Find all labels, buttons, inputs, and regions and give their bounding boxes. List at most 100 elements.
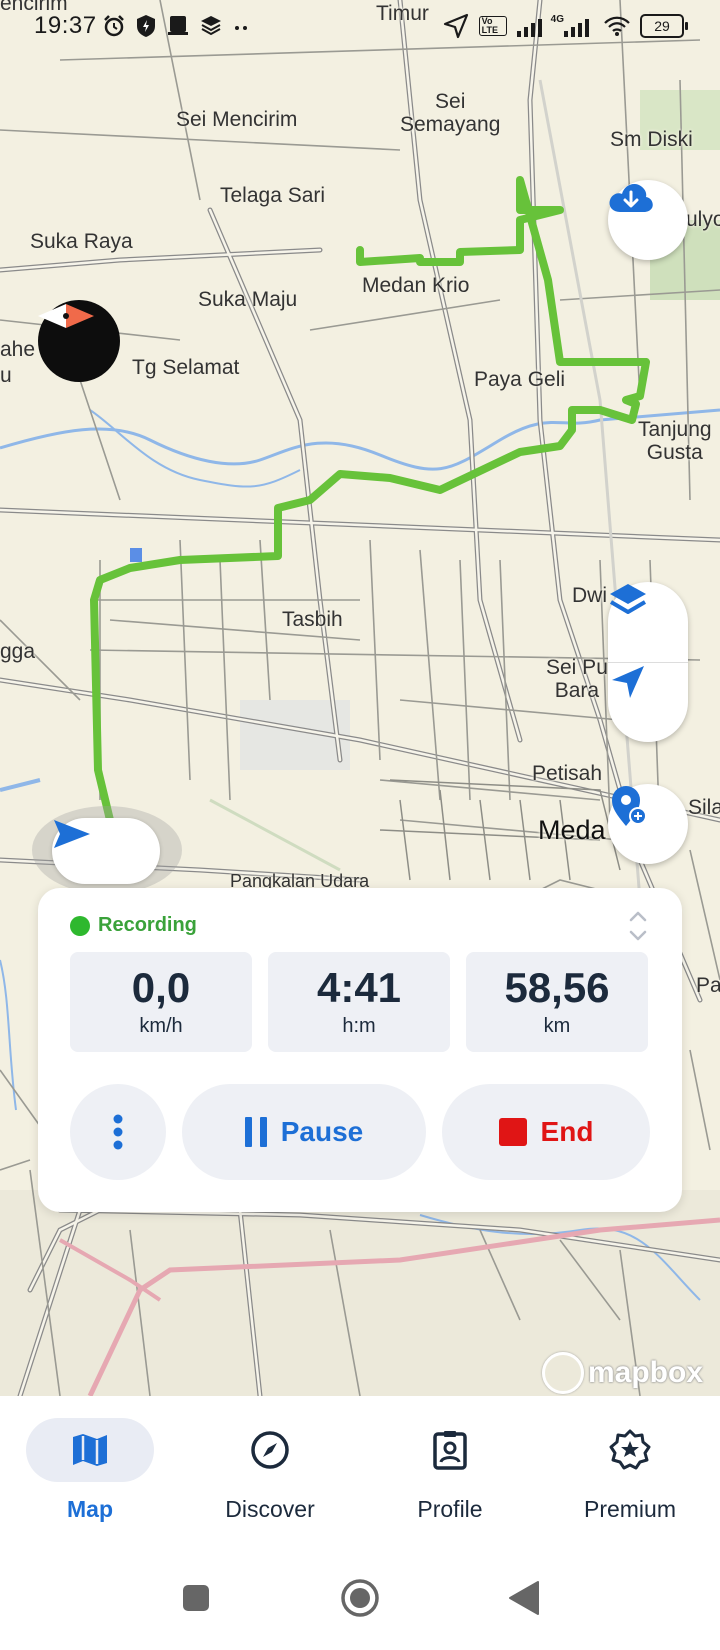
stat-value: 58,56 (504, 963, 610, 1011)
stat-unit: km (543, 1014, 571, 1037)
distance-stat[interactable]: 58,56 km (466, 952, 648, 1052)
download-cloud-icon (609, 184, 653, 212)
nav-icon-container (566, 1418, 694, 1482)
nav-icon-container (386, 1418, 514, 1482)
recording-panel: Recording 0,0 km/h 4:41 h:m 58,56 km Pau… (38, 888, 682, 1212)
profile-icon (433, 1431, 467, 1470)
duration-stat[interactable]: 4:41 h:m (268, 952, 450, 1052)
more-dots-icon (235, 26, 247, 30)
place-label: Suka Maju (198, 288, 298, 311)
place-label: Medan Krio (362, 274, 470, 297)
pause-button[interactable]: Pause (182, 1084, 426, 1180)
mapbox-logo-icon (542, 1352, 584, 1394)
end-label: End (540, 1116, 594, 1147)
stop-icon (498, 1118, 527, 1146)
nav-label: Premium (583, 1496, 676, 1522)
network-type: 4G (550, 13, 564, 25)
place-label: Pa (696, 974, 720, 997)
more-options-button[interactable] (70, 1084, 166, 1180)
mapbox-text: mapbox (588, 1356, 704, 1389)
status-left-icons (102, 14, 252, 38)
bottom-navigation: Map Discover Profile Premium (0, 1396, 720, 1546)
place-label: Sei Semayang (400, 90, 501, 137)
map-icon (73, 1434, 107, 1466)
stat-value: 4:41 (316, 963, 402, 1011)
stat-unit: km/h (139, 1014, 183, 1037)
speed-stat[interactable]: 0,0 km/h (70, 952, 252, 1052)
locate-button[interactable] (608, 662, 688, 742)
layers-icon (201, 16, 221, 36)
back-button[interactable] (502, 1576, 546, 1620)
volte-badge: Vo LTE (478, 16, 507, 36)
place-label: Dwi (572, 584, 607, 607)
place-label: Tanjung Gusta (638, 418, 712, 465)
layers-button[interactable] (608, 582, 688, 662)
nav-label: Profile (417, 1496, 483, 1522)
system-navigation-bar (0, 1546, 720, 1650)
add-location-icon (612, 786, 647, 826)
recents-square-icon (183, 1585, 209, 1611)
home-button[interactable] (338, 1576, 382, 1620)
stat-value: 0,0 (131, 963, 191, 1011)
place-label: Tasbih (282, 608, 343, 631)
location-arrow-icon (443, 13, 468, 39)
nav-tab-discover[interactable]: Discover (180, 1418, 360, 1523)
map-controls (608, 582, 688, 742)
place-label: Sm Diski (610, 128, 693, 151)
back-triangle-icon (509, 1581, 539, 1615)
more-vertical-icon (113, 1114, 123, 1150)
compass-icon (251, 1431, 289, 1469)
direction-arrow-icon (54, 820, 90, 848)
place-label: Tg Selamat (132, 356, 240, 379)
nav-tab-premium[interactable]: Premium (540, 1418, 720, 1523)
download-map-button[interactable] (608, 180, 688, 260)
compass-button[interactable] (38, 300, 120, 382)
status-time: 19:37 (34, 12, 97, 39)
pause-label: Pause (280, 1116, 364, 1147)
place-label: Petisah (532, 762, 603, 785)
nav-icon-container (26, 1418, 154, 1482)
place-label: ahe (0, 338, 36, 361)
place-label: Sei Pu Bara (546, 656, 608, 703)
place-label: Suka Raya (30, 230, 133, 253)
nav-tab-profile[interactable]: Profile (360, 1418, 540, 1523)
alarm-icon (104, 15, 124, 37)
current-position-marker[interactable] (52, 818, 160, 884)
place-label: gga (0, 640, 36, 663)
place-label: Meda (538, 815, 606, 845)
wifi-icon (604, 16, 630, 36)
place-label: Sila (688, 796, 720, 819)
battery-indicator: 29 (640, 14, 688, 38)
recording-label: Recording (98, 914, 197, 936)
nav-tab-map[interactable]: Map (0, 1418, 180, 1523)
home-circle-icon (341, 1579, 379, 1617)
place-label: Sei Mencirim (176, 108, 298, 131)
star-badge-icon (609, 1429, 651, 1470)
recording-status: Recording (70, 914, 197, 937)
mapbox-attribution[interactable]: mapbox (542, 1352, 703, 1394)
pause-icon (244, 1117, 267, 1147)
navigation-arrow-icon (612, 666, 644, 698)
status-right-icons: Vo LTE 4G 29 (443, 13, 688, 39)
layers-icon (609, 584, 647, 614)
status-bar: 19:37 Vo LTE 4G 29 (0, 0, 720, 56)
expand-collapse-icon[interactable] (628, 908, 648, 944)
nav-label: Discover (225, 1496, 315, 1522)
place-label: Paya Geli (474, 368, 566, 391)
place-label: ulyo (686, 208, 720, 231)
nav-icon-container (206, 1418, 334, 1482)
notification-icon (168, 16, 188, 35)
recents-button[interactable] (174, 1576, 218, 1620)
recording-actions: Pause End (70, 1084, 650, 1180)
add-location-button[interactable] (608, 784, 688, 864)
end-button[interactable]: End (442, 1084, 650, 1180)
nav-label: Map (67, 1496, 113, 1522)
place-label: u (0, 364, 12, 387)
recording-dot-icon (70, 915, 90, 936)
signal-icon-2 (564, 19, 589, 37)
compass-icon (38, 304, 94, 328)
place-label: Telaga Sari (220, 184, 326, 207)
signal-icon (516, 19, 542, 37)
shield-icon (137, 15, 155, 37)
stat-unit: h:m (342, 1014, 376, 1037)
